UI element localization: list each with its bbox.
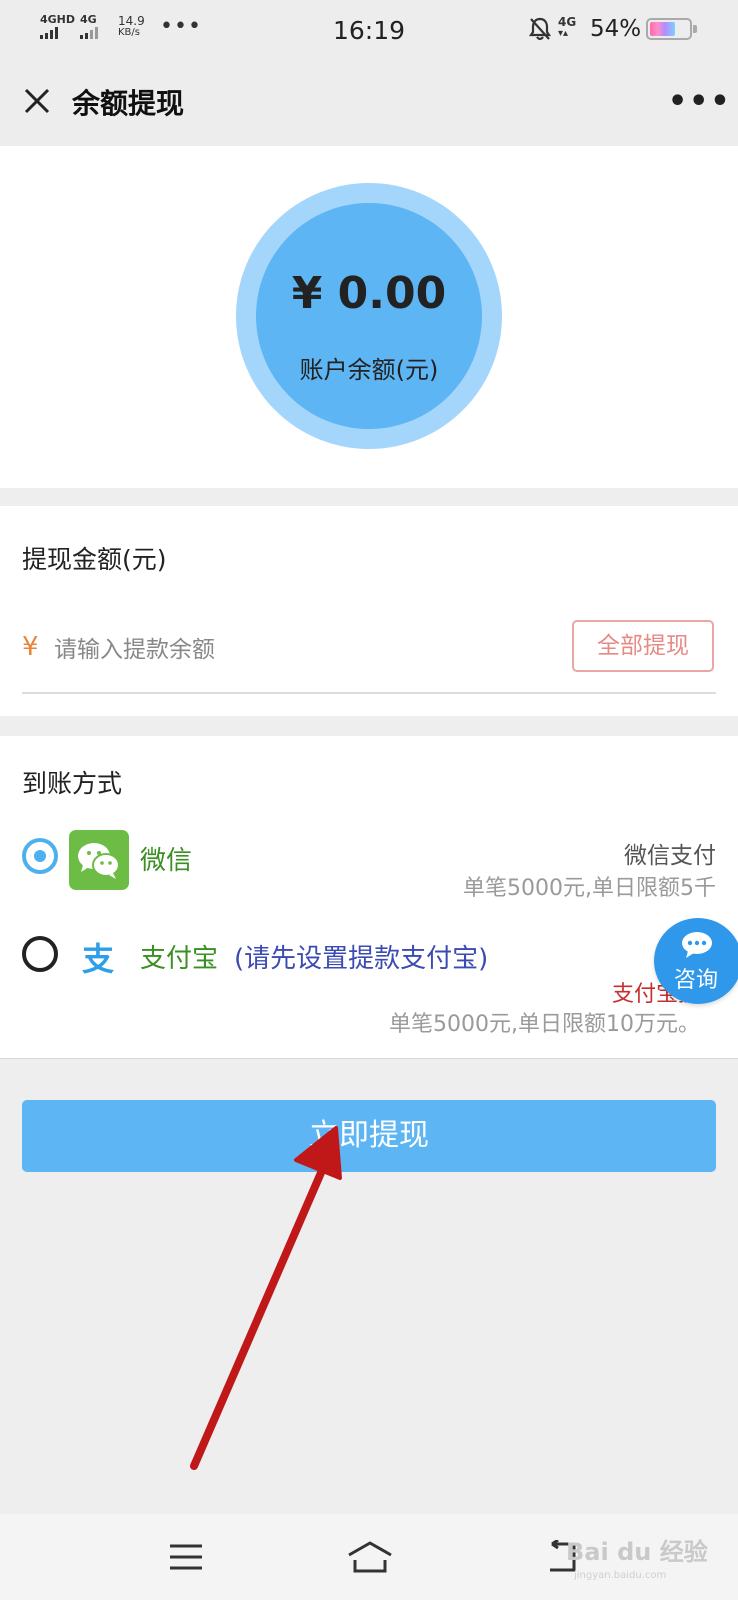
input-underline bbox=[22, 692, 716, 694]
withdraw-now-button[interactable]: 立即提现 bbox=[22, 1100, 716, 1172]
chat-bubble-icon bbox=[682, 932, 712, 958]
alipay-label[interactable]: 支付宝 bbox=[140, 938, 218, 975]
withdraw-amount-input[interactable] bbox=[54, 630, 494, 670]
consult-label: 咨询 bbox=[673, 968, 718, 993]
withdraw-all-button[interactable]: 全部提现 bbox=[572, 620, 714, 672]
consult-float-button[interactable]: 咨询 bbox=[654, 918, 738, 1004]
wechat-limit-text: 单笔5000元,单日限额5千 bbox=[463, 876, 716, 901]
bell-muted-icon bbox=[528, 16, 552, 46]
wechat-radio[interactable] bbox=[22, 838, 58, 874]
watermark-url: jingyan.baidu.com bbox=[574, 1570, 667, 1581]
section-divider bbox=[0, 1058, 738, 1059]
page-title: 余额提现 bbox=[72, 87, 185, 120]
balance-label: 账户余额(元) bbox=[299, 356, 439, 384]
wechat-pay-label: 微信支付 bbox=[624, 843, 716, 869]
withdraw-amount-card bbox=[0, 506, 738, 716]
wechat-logo-icon bbox=[69, 830, 129, 890]
battery-icon bbox=[646, 18, 697, 40]
close-icon[interactable] bbox=[22, 86, 52, 116]
balance-amount: ¥ 0.00 bbox=[291, 268, 447, 319]
alipay-radio[interactable] bbox=[22, 936, 58, 972]
baidu-jingyan-watermark: Bai du 经验 bbox=[566, 1538, 708, 1566]
wechat-label[interactable]: 微信 bbox=[140, 840, 192, 877]
battery-percent: 54% bbox=[590, 16, 642, 42]
payout-method-title: 到账方式 bbox=[22, 769, 123, 798]
more-menu-icon[interactable]: ••• bbox=[668, 84, 732, 119]
home-icon[interactable] bbox=[346, 1540, 394, 1578]
menu-icon[interactable] bbox=[168, 1542, 204, 1576]
alipay-setup-hint[interactable]: (请先设置提款支付宝) bbox=[234, 938, 488, 975]
alipay-logo-icon: 支 bbox=[80, 938, 120, 982]
network-4g-right: 4G ▾▴ bbox=[558, 15, 577, 39]
withdraw-amount-title: 提现金额(元) bbox=[22, 545, 167, 574]
alipay-limit-text: 单笔5000元,单日限额10万元。 bbox=[389, 1012, 700, 1037]
svg-text:支: 支 bbox=[82, 940, 114, 978]
currency-symbol: ¥ bbox=[22, 632, 39, 662]
